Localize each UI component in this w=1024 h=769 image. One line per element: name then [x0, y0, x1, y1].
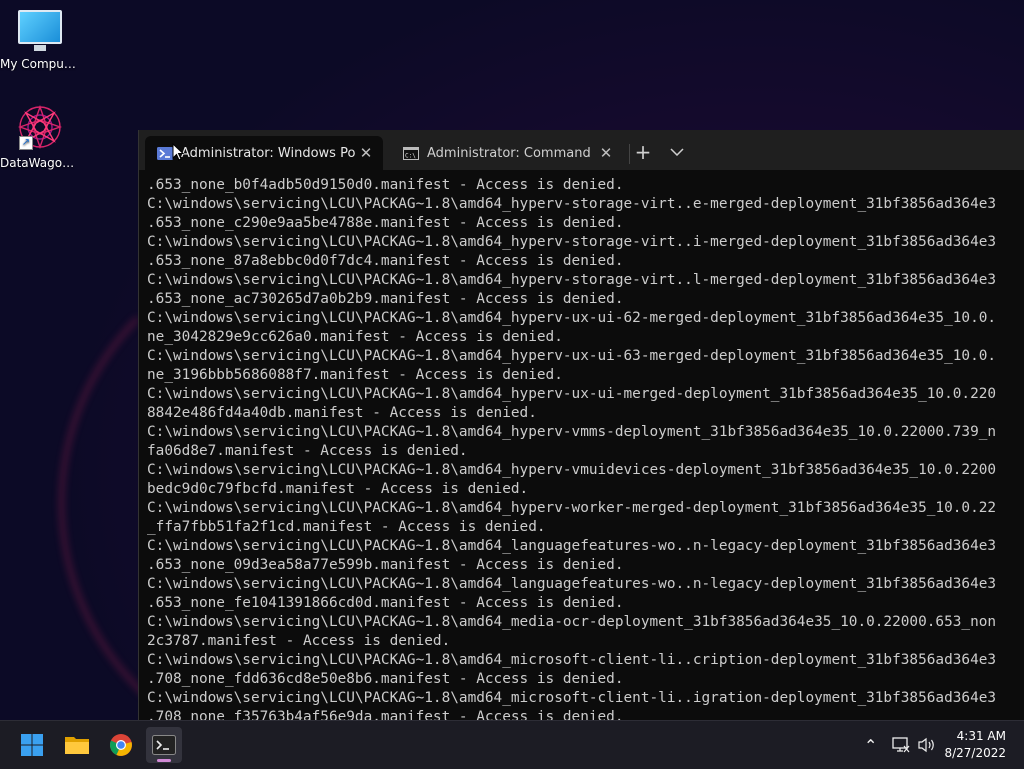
- chrome-button[interactable]: [103, 727, 139, 763]
- console-line: ne_3196bbb5686088f7.manifest - Access is…: [147, 367, 563, 383]
- desktop-icon-label: DataWagon...: [0, 156, 80, 170]
- network-button[interactable]: [892, 721, 910, 769]
- console-line: C:\windows\servicing\LCU\PACKAG~1.8\amd6…: [147, 538, 997, 554]
- close-tab-icon[interactable]: ✕: [355, 144, 377, 162]
- console-line: .708_none_f35763b4af56e9da.manifest - Ac…: [147, 709, 624, 720]
- clock-time: 4:31 AM: [956, 729, 1006, 743]
- folder-icon: [65, 737, 89, 754]
- console-line: C:\windows\servicing\LCU\PACKAG~1.8\amd6…: [147, 310, 997, 326]
- console-line: .653_none_87a8ebbc0d0f7dc4.manifest - Ac…: [147, 253, 624, 269]
- console-line: C:\windows\servicing\LCU\PACKAG~1.8\amd6…: [147, 234, 997, 250]
- terminal-window[interactable]: Administrator: Windows PowerShell ✕ C:\ …: [138, 130, 1024, 720]
- show-hidden-icons-button[interactable]: ⌃: [864, 721, 877, 769]
- terminal-taskbar-button[interactable]: [146, 727, 182, 763]
- system-clock[interactable]: 4:31 AM 8/27/2022: [944, 728, 1006, 762]
- network-icon: [892, 737, 910, 753]
- terminal-icon: [152, 735, 176, 755]
- console-line: C:\windows\servicing\LCU\PACKAG~1.8\amd6…: [147, 386, 997, 402]
- console-line: .653_none_c290e9aa5be4788e.manifest - Ac…: [147, 215, 624, 231]
- svg-text:C:\: C:\: [405, 152, 416, 159]
- cmd-icon: C:\: [403, 146, 419, 160]
- console-line: .653_none_fe1041391866cd0d.manifest - Ac…: [147, 595, 624, 611]
- volume-button[interactable]: [918, 721, 936, 769]
- console-line: C:\windows\servicing\LCU\PACKAG~1.8\amd6…: [147, 196, 997, 212]
- file-explorer-button[interactable]: [59, 727, 95, 763]
- tab-dropdown-button[interactable]: [663, 138, 691, 166]
- console-line: C:\windows\servicing\LCU\PACKAG~1.8\amd6…: [147, 348, 997, 364]
- speaker-icon: [918, 737, 934, 753]
- console-line: C:\windows\servicing\LCU\PACKAG~1.8\amd6…: [147, 272, 997, 288]
- new-tab-button[interactable]: +: [629, 138, 657, 166]
- clock-date: 8/27/2022: [944, 746, 1006, 760]
- start-button[interactable]: [14, 727, 50, 763]
- mouse-cursor-icon: [172, 143, 184, 161]
- powershell-icon: [157, 146, 173, 160]
- desktop-icon-label: My Computer: [0, 57, 80, 71]
- desktop-icon-datawagon[interactable]: ↗ DataWagon...: [0, 104, 80, 170]
- tab-command-prompt[interactable]: C:\ Administrator: Command Prompt ✕: [391, 136, 623, 170]
- console-line: .708_none_fdd636cd8e50e8b6.manifest - Ac…: [147, 671, 624, 687]
- console-line: C:\windows\servicing\LCU\PACKAG~1.8\amd6…: [147, 576, 997, 592]
- windows-start-icon: [21, 734, 43, 756]
- console-output[interactable]: .653_none_b0f4adb50d9150d0.manifest - Ac…: [147, 176, 1024, 720]
- monitor-icon: [18, 10, 62, 51]
- close-tab-icon[interactable]: ✕: [595, 144, 617, 162]
- console-line: _ffa7fbb51fa2f1cd.manifest - Access is d…: [147, 519, 546, 535]
- console-line: .653_none_ac730265d7a0b2b9.manifest - Ac…: [147, 291, 624, 307]
- console-line: C:\windows\servicing\LCU\PACKAG~1.8\amd6…: [147, 690, 997, 706]
- console-line: .653_none_09d3ea58a77e599b.manifest - Ac…: [147, 557, 624, 573]
- console-line: C:\windows\servicing\LCU\PACKAG~1.8\amd6…: [147, 652, 997, 668]
- console-line: ne_3042829e9cc626a0.manifest - Access is…: [147, 329, 563, 345]
- taskbar: ⌃ 4:31 AM 8/27/2022: [0, 720, 1024, 769]
- console-line: bedc9d0c79fbcfd.manifest - Access is den…: [147, 481, 529, 497]
- console-line: C:\windows\servicing\LCU\PACKAG~1.8\amd6…: [147, 424, 997, 440]
- chevron-up-icon: ⌃: [864, 735, 878, 755]
- console-line: 8842e486fd4a40db.manifest - Access is de…: [147, 405, 537, 421]
- console-line: C:\windows\servicing\LCU\PACKAG~1.8\amd6…: [147, 462, 997, 478]
- chrome-icon: [109, 734, 132, 756]
- console-line: C:\windows\servicing\LCU\PACKAG~1.8\amd6…: [147, 614, 997, 630]
- console-line: C:\windows\servicing\LCU\PACKAG~1.8\amd6…: [147, 500, 997, 516]
- tab-title: Administrator: Command Prompt: [427, 145, 595, 161]
- tab-bar: Administrator: Windows PowerShell ✕ C:\ …: [139, 130, 1024, 170]
- mandala-icon: ↗: [17, 104, 63, 150]
- desktop-icon-my-computer[interactable]: My Computer: [0, 10, 80, 71]
- console-line: 2c3787.manifest - Access is denied.: [147, 633, 451, 649]
- tab-title: Administrator: Windows PowerShell: [181, 145, 355, 161]
- shortcut-arrow-icon: ↗: [19, 136, 33, 150]
- chevron-down-icon: [670, 148, 684, 156]
- console-line: fa06d8e7.manifest - Access is denied.: [147, 443, 468, 459]
- console-line: .653_none_b0f4adb50d9150d0.manifest - Ac…: [147, 177, 624, 193]
